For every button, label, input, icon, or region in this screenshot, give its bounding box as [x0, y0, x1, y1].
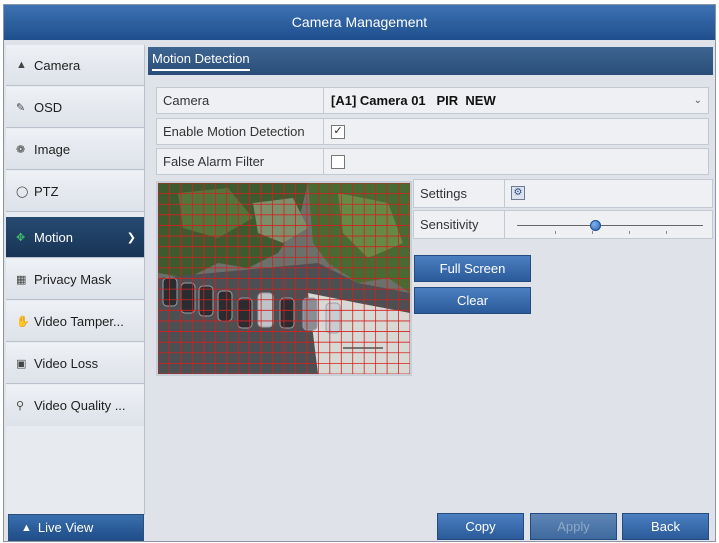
settings-row: Settings ⚙: [413, 179, 713, 208]
motion-detection-panel: Motion Detection Camera [A1] Camera 01 P…: [148, 45, 713, 515]
settings-gear-icon[interactable]: ⚙: [511, 186, 525, 200]
sidebar-item-ptz[interactable]: ◯ PTZ: [6, 171, 144, 212]
motion-icon: ✥: [16, 231, 26, 244]
sensitivity-slider-track[interactable]: [517, 225, 703, 226]
slider-tick: [629, 231, 630, 234]
sidebar-item-camera[interactable]: ▲ Camera: [6, 45, 144, 86]
chevron-right-icon: ❯: [126, 231, 136, 244]
chevron-down-icon: ⌄: [693, 95, 702, 106]
slider-tick: [592, 231, 593, 234]
enable-motion-label: Enable Motion Detection: [157, 119, 324, 144]
copy-button[interactable]: Copy: [437, 513, 524, 540]
live-view-button[interactable]: ▲ Live View: [8, 514, 144, 541]
sidebar-item-osd[interactable]: ✎ OSD: [6, 87, 144, 128]
sensitivity-row: Sensitivity: [413, 210, 713, 239]
enable-motion-row: Enable Motion Detection ✓: [156, 118, 709, 145]
window-title: Camera Management: [4, 5, 715, 40]
osd-icon: ✎: [16, 101, 26, 114]
privacy-mask-icon: ▦: [16, 273, 27, 286]
video-tamper-icon: ✋: [16, 315, 30, 328]
sidebar-item-privacy-mask[interactable]: ▦ Privacy Mask: [6, 259, 144, 300]
sidebar-item-video-loss[interactable]: ▣ Video Loss: [6, 343, 144, 384]
camera-preview[interactable]: [156, 181, 412, 376]
tab-motion-detection[interactable]: Motion Detection: [152, 51, 250, 71]
sidebar-item-video-tamper[interactable]: ✋ Video Tamper...: [6, 301, 144, 342]
false-alarm-row: False Alarm Filter: [156, 148, 709, 175]
camera-icon: ▲: [16, 59, 27, 71]
camera-label: Camera: [157, 88, 324, 113]
apply-button[interactable]: Apply: [530, 513, 617, 540]
false-alarm-label: False Alarm Filter: [157, 149, 324, 174]
sidebar-item-label: Video Loss: [34, 355, 99, 371]
settings-label: Settings: [414, 180, 505, 207]
live-view-label: Live View: [37, 520, 94, 535]
sidebar-item-image[interactable]: ❁ Image: [6, 129, 144, 170]
image-icon: ❁: [16, 143, 26, 156]
clear-button[interactable]: Clear: [414, 287, 531, 314]
sidebar-item-label: Image: [34, 141, 71, 157]
sidebar-item-label: Video Quality ...: [34, 398, 126, 413]
sidebar-item-label: Video Tamper...: [34, 313, 124, 329]
camera-scene-image: [158, 183, 410, 374]
sidebar: ▲ Camera ✎ OSD ❁ Image ◯ PTZ ✥ Motion ❯ …: [6, 45, 145, 515]
sidebar-item-label: Motion: [34, 229, 74, 245]
sidebar-item-label: Privacy Mask: [34, 271, 112, 287]
sensitivity-label: Sensitivity: [414, 211, 505, 238]
tab-bar: Motion Detection: [148, 47, 713, 75]
sidebar-item-label: Camera: [34, 57, 81, 73]
video-quality-icon: ⚲: [16, 400, 25, 412]
home-icon: ▲: [21, 521, 32, 534]
sidebar-item-video-quality[interactable]: ⚲ Video Quality ...: [6, 385, 144, 426]
sidebar-item-label: OSD: [34, 99, 63, 115]
sidebar-item-label: PTZ: [34, 183, 59, 199]
back-button[interactable]: Back: [622, 513, 709, 540]
camera-management-window: Camera Management ▲ Camera ✎ OSD ❁ Image…: [3, 4, 716, 542]
enable-motion-checkbox[interactable]: ✓: [331, 125, 345, 139]
camera-select[interactable]: [A1] Camera 01 PIR NEW ⌄: [325, 88, 708, 113]
video-loss-icon: ▣: [16, 357, 27, 370]
slider-tick: [666, 231, 667, 234]
false-alarm-checkbox[interactable]: [331, 155, 345, 169]
ptz-icon: ◯: [16, 185, 29, 198]
slider-tick: [555, 231, 556, 234]
full-screen-button[interactable]: Full Screen: [414, 255, 531, 282]
sidebar-item-motion[interactable]: ✥ Motion ❯: [6, 217, 144, 258]
sensitivity-slider-thumb[interactable]: [590, 220, 602, 231]
camera-select-value: [A1] Camera 01 PIR NEW: [331, 93, 496, 108]
camera-select-row: Camera [A1] Camera 01 PIR NEW ⌄: [156, 87, 709, 114]
